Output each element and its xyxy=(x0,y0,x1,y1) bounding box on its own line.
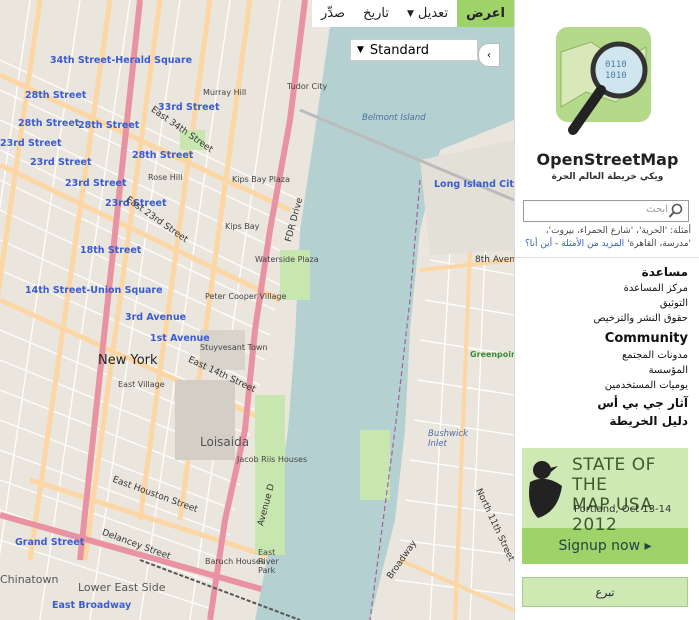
chevron-down-icon: ▼ xyxy=(406,8,414,19)
map-label-big: Loisaida xyxy=(200,435,250,449)
copyright-link[interactable]: حقوق النشر والترخيص xyxy=(594,313,688,324)
sotm-title-line: STATE OF THE xyxy=(572,455,656,495)
layer-switcher[interactable]: ▼ Standard xyxy=(350,39,478,61)
donate-button[interactable]: تبرع xyxy=(522,577,688,607)
map-label-subway: 14th Street-Union Square xyxy=(25,285,163,296)
search-icon[interactable] xyxy=(668,203,684,219)
gps-traces-link[interactable]: آثار جي بي أس xyxy=(597,396,688,410)
map-label-subway: 28th Street xyxy=(132,150,194,161)
map-label-subway: 28th Street xyxy=(78,120,140,131)
map-label-subway: Long Island City xyxy=(434,179,514,190)
map-label-subway: 18th Street xyxy=(80,245,142,256)
foundation-link[interactable]: المؤسسة xyxy=(649,365,688,376)
sotm-banner[interactable]: STATE OF THE MAP USA 2012 Portland, Oct … xyxy=(522,448,688,564)
svg-text:1010: 1010 xyxy=(605,71,627,81)
map-label-big: Lower East Side xyxy=(78,581,166,594)
more-examples-link[interactable]: المزيد من الأمثلة xyxy=(561,239,624,249)
map-label-water: Bushwick Inlet xyxy=(428,429,468,449)
site-title[interactable]: OpenStreetMap xyxy=(515,150,699,169)
map-label-place: Waterside Plaza xyxy=(255,255,319,264)
community-heading[interactable]: Community xyxy=(605,331,688,346)
tab-export[interactable]: صدِّر xyxy=(311,0,355,27)
map-label-place: East River Park xyxy=(258,548,279,575)
search-input[interactable]: ابحث xyxy=(523,200,689,222)
map-key-link[interactable]: دليل الخريطة xyxy=(609,414,688,428)
map-label-place: East Village xyxy=(118,380,165,389)
divider xyxy=(515,257,699,258)
bird-icon xyxy=(529,461,562,518)
map-label-subway: 28th Street xyxy=(18,118,80,129)
map-label-subway: Grand Street xyxy=(15,537,85,548)
sotm-title: STATE OF THE MAP USA 2012 xyxy=(572,455,688,535)
tab-view[interactable]: اعرض xyxy=(457,0,514,27)
help-heading[interactable]: مساعدة xyxy=(642,265,688,279)
map-label-place: Rose Hill xyxy=(148,173,183,182)
map-label-subway: 28th Street xyxy=(25,90,87,101)
map-tab-bar: صدِّر تاريخ ▼ تعديل اعرض xyxy=(0,0,514,27)
documentation-link[interactable]: التوثيق xyxy=(660,298,688,309)
map-label-place: Kips Bay xyxy=(225,222,260,231)
tab-history[interactable]: تاريخ xyxy=(354,0,398,27)
tab-edit-label: تعديل xyxy=(417,6,449,21)
tab-edit[interactable]: ▼ تعديل xyxy=(397,0,458,27)
where-am-i-link[interactable]: أين أنا؟ xyxy=(525,239,552,249)
map-label-water: Belmont Island xyxy=(362,113,426,123)
map-label-place: Stuyvesant Town xyxy=(200,343,268,352)
osm-logo[interactable]: 0110 1010 xyxy=(551,22,661,140)
map-label-subway: East Broadway xyxy=(52,600,132,611)
sotm-date: Portland, Oct 13-14 xyxy=(574,504,672,515)
map-label-subway: 23rd Street xyxy=(30,157,92,168)
map-label-road: 8th Avenue xyxy=(475,255,514,265)
community-blogs-link[interactable]: مدونات المجتمع xyxy=(622,350,688,361)
user-diaries-link[interactable]: يوميات المستخدمين xyxy=(605,380,688,391)
layer-label: Standard xyxy=(369,42,430,58)
map-label-place: Jacob Riis Houses xyxy=(237,455,308,464)
chevron-left-icon: ‹ xyxy=(487,49,491,61)
map-label-place: Greenpoint xyxy=(470,350,514,359)
map-label-place: Murray Hill xyxy=(203,88,247,97)
site-tagline: ويكي خريطة العالم الحرة xyxy=(551,172,664,182)
signup-button[interactable]: Signup now ▸ xyxy=(522,528,688,564)
map-label-place: Peter Cooper Village xyxy=(205,292,287,301)
search-examples: أمثلة: 'الحرية'، 'شارع الحمراء، بيروت'، … xyxy=(524,226,691,249)
sotm-banner-body: STATE OF THE MAP USA 2012 Portland, Oct … xyxy=(522,448,688,535)
map-label-place: Kips Bay Plaza xyxy=(232,175,290,184)
map-label-big: Chinatown xyxy=(0,573,59,586)
map-label-place: Tudor City xyxy=(287,82,328,91)
map-label-subway: 33rd Street xyxy=(158,102,220,113)
map-view[interactable]: 34th Street-Herald Square 28th Street 23… xyxy=(0,0,514,620)
map-label-subway: 34th Street-Herald Square xyxy=(50,55,193,66)
triangle-down-icon: ▼ xyxy=(357,45,364,55)
map-label-big: New York xyxy=(98,353,158,368)
map-label-subway: 23rd Street xyxy=(65,178,127,189)
map-label-subway: 3rd Avenue xyxy=(125,312,187,323)
map-label-place: Baruch Houses xyxy=(205,557,265,566)
help-center-link[interactable]: مركز المساعدة xyxy=(624,283,688,294)
svg-text:0110: 0110 xyxy=(605,60,627,70)
sidebar: 0110 1010 OpenStreetMap ويكي خريطة العال… xyxy=(514,0,699,620)
layer-toggle-button[interactable]: ‹ xyxy=(478,43,500,67)
map-label-subway: 23rd Street xyxy=(0,138,62,149)
